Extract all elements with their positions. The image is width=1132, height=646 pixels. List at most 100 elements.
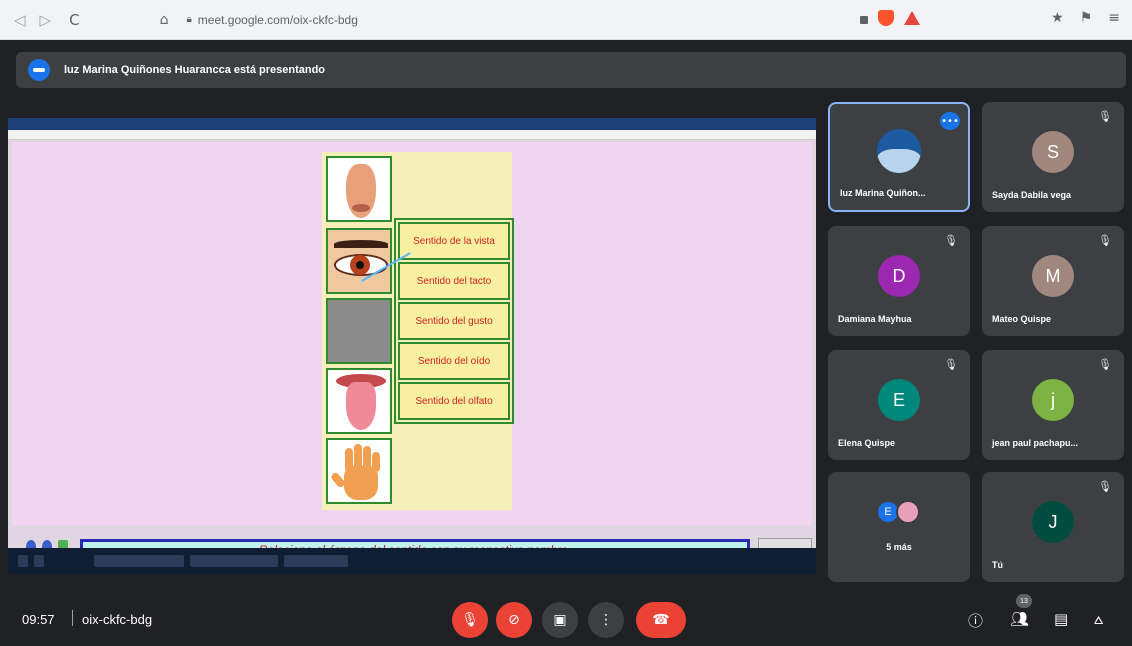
nose-image[interactable]	[326, 156, 392, 222]
self-tile[interactable]: 🎙︎ J Tú	[982, 472, 1124, 582]
label-text: Sentido del gusto	[415, 315, 493, 327]
meeting-code: oix-ckfc-bdg	[82, 612, 153, 627]
shared-screen: Sentido de la vista Sentido del tacto Se…	[8, 118, 816, 574]
url-text: meet.google.com/oix-ckfc-bdg	[197, 12, 358, 27]
label-taste[interactable]: Sentido del gusto	[398, 302, 510, 340]
mic-off-icon: 🎙︎	[1098, 234, 1112, 247]
label-text: Sentido del tacto	[416, 275, 492, 287]
avatar	[896, 500, 920, 524]
camera-toggle-button[interactable]: ⊘	[496, 602, 532, 638]
system-tray	[738, 555, 806, 567]
more-options-icon[interactable]: •••	[940, 112, 960, 130]
camera-indicator-icon[interactable]	[860, 16, 868, 24]
search-icon	[34, 555, 44, 567]
presenting-banner: luz Marina Quiñones Huarancca está prese…	[16, 52, 1126, 88]
more-participants-label: 5 más	[886, 542, 912, 552]
presenter-taskbar	[8, 548, 816, 574]
camera-off-icon: ⊘	[508, 612, 520, 628]
info-icon[interactable]: ⓘ	[968, 610, 983, 631]
mic-off-icon: 🎙︎	[1098, 358, 1112, 371]
avatar-initial: j	[1051, 389, 1055, 410]
present-icon	[28, 59, 50, 81]
tongue-icon	[346, 382, 376, 430]
label-hearing[interactable]: Sentido del oído	[398, 342, 510, 380]
eye-image[interactable]	[326, 228, 392, 294]
participant-name: Damiana Mayhua	[838, 314, 912, 324]
participant-tile-presenter[interactable]: ••• luz Marina Quiñon...	[828, 102, 970, 212]
label-text: Sentido del oído	[417, 355, 491, 367]
participant-tile[interactable]: 🎙︎ E Elena Quispe	[828, 350, 970, 460]
mic-off-icon: 🎙︎	[1098, 110, 1112, 123]
avatar: j	[1032, 379, 1074, 421]
avatar-initial: J	[1048, 511, 1058, 532]
finger-shape	[354, 444, 362, 470]
presentation-titlebar	[8, 118, 816, 130]
meeting-controls-bar: 09:57 oix-ckfc-bdg 🎙︎ ⊘ ▣ ⋮ ☎ ⓘ 👥︎ 13 ▤ …	[0, 590, 1132, 646]
meeting-time: 09:57	[22, 612, 55, 627]
mic-off-icon: 🎙︎	[461, 612, 479, 628]
label-touch[interactable]: Sentido del tacto	[398, 262, 510, 300]
lock-icon: 🔒︎	[186, 14, 192, 25]
label-sight[interactable]: Sentido de la vista	[398, 222, 510, 260]
avatar: M	[1032, 255, 1074, 297]
avatar: J	[1032, 501, 1074, 543]
avatar-initial: D	[892, 265, 906, 286]
avatar-initial: E	[892, 389, 905, 410]
more-participants-tile[interactable]: E 5 más	[828, 472, 970, 582]
avatar-initial: S	[1046, 141, 1059, 162]
avatar: D	[878, 255, 920, 297]
avatar: S	[1032, 131, 1074, 173]
participant-tile[interactable]: 🎙︎ D Damiana Mayhua	[828, 226, 970, 336]
reload-button[interactable]: C	[69, 11, 79, 29]
people-count-badge: 13	[1016, 594, 1032, 608]
people-icon[interactable]: 👥︎	[1010, 610, 1029, 628]
label-smell[interactable]: Sentido del olfato	[398, 382, 510, 420]
eyebrow-shape	[334, 240, 388, 248]
activities-icon[interactable]: ⩟	[1094, 610, 1103, 628]
leave-call-button[interactable]: ☎	[636, 602, 686, 638]
empty-image-slot[interactable]	[326, 298, 392, 364]
avatar-initial: M	[1045, 265, 1061, 286]
avatar: E	[878, 379, 920, 421]
browser-toolbar: ◁ ▷ C ⌂ 🔒︎ meet.google.com/oix-ckfc-bdg …	[0, 0, 1132, 40]
back-button[interactable]: ◁	[14, 11, 26, 29]
participant-tile[interactable]: 🎙︎ M Mateo Quispe	[982, 226, 1124, 336]
brave-shield-icon[interactable]	[878, 10, 894, 26]
banner-text: luz Marina Quiñones Huarancca está prese…	[64, 64, 326, 76]
menu-icon[interactable]: ≡	[1108, 10, 1120, 26]
mic-off-icon: 🎙︎	[1098, 480, 1112, 493]
participant-name: Elena Quispe	[838, 438, 896, 448]
avatar	[877, 129, 921, 173]
present-button[interactable]: ▣	[542, 602, 578, 638]
tongue-image[interactable]	[326, 368, 392, 434]
hang-up-icon: ☎	[652, 612, 670, 628]
brave-rewards-icon[interactable]	[904, 11, 920, 25]
participant-name: Sayda Dabila vega	[992, 190, 1072, 200]
presentation-menubar	[8, 130, 816, 140]
chat-icon[interactable]: ▤	[1054, 610, 1068, 628]
avatar-initial: E	[884, 506, 892, 518]
finger-shape	[372, 452, 380, 472]
present-screen-icon: ▣	[553, 612, 567, 628]
address-bar[interactable]: 🔒︎ meet.google.com/oix-ckfc-bdg	[186, 13, 357, 27]
nose-icon	[346, 164, 376, 218]
profile-icon[interactable]: ⚑	[1080, 10, 1093, 26]
forward-button[interactable]: ▷	[40, 11, 52, 29]
participant-name: luz Marina Quiñon...	[840, 188, 926, 198]
participant-tile[interactable]: 🎙︎ j jean paul pachapu...	[982, 350, 1124, 460]
taskbar-item	[284, 555, 348, 567]
more-options-button[interactable]: ⋮	[588, 602, 624, 638]
finger-shape	[363, 446, 371, 470]
hand-image[interactable]	[326, 438, 392, 504]
eye-icon	[350, 255, 370, 275]
browser-right-icons: ★ ⚑ ≡	[1051, 10, 1120, 26]
mic-toggle-button[interactable]: 🎙︎	[452, 602, 488, 638]
label-text: Sentido del olfato	[415, 395, 493, 407]
participant-tile[interactable]: 🎙︎ S Sayda Dabila vega	[982, 102, 1124, 212]
participant-name: Tú	[992, 560, 1003, 570]
stacked-avatars: E	[876, 500, 920, 524]
mic-off-icon: 🎙︎	[944, 358, 958, 371]
taskbar-item	[94, 555, 184, 567]
bookmark-icon[interactable]: ⌂	[160, 12, 169, 28]
extensions-icon[interactable]: ★	[1051, 10, 1064, 26]
